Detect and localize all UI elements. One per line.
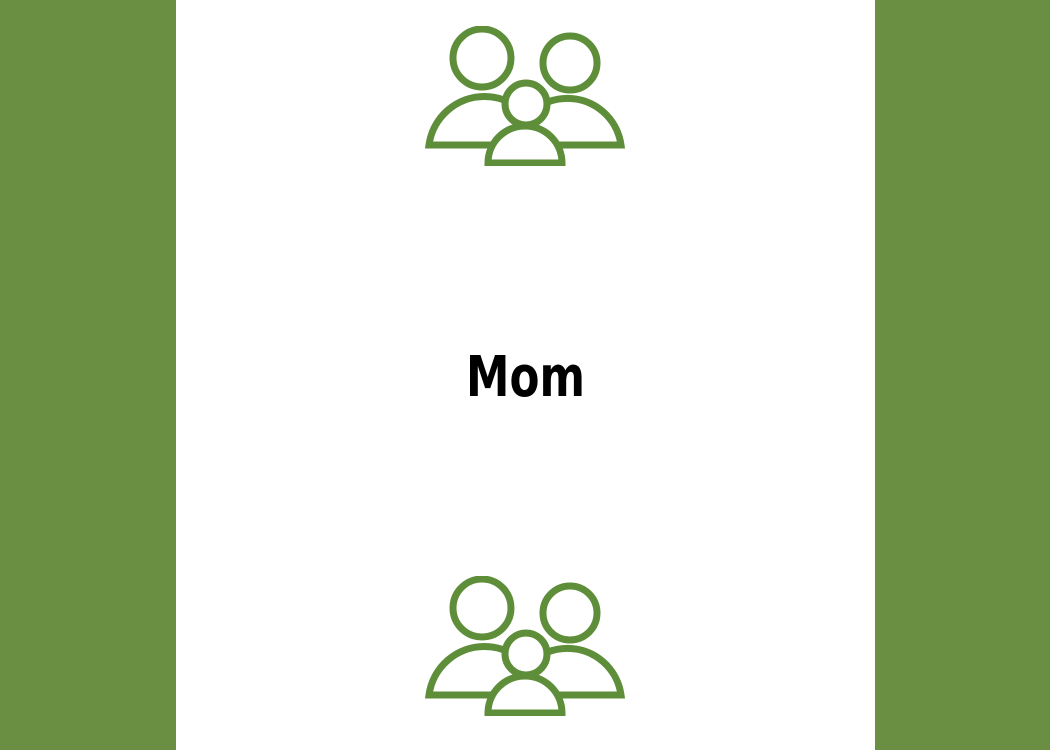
family-icon	[425, 576, 625, 716]
family-icon	[425, 26, 625, 166]
family-icon-graphic	[425, 26, 625, 166]
card-label: Mom	[466, 345, 585, 410]
right-side-panel	[875, 0, 1050, 750]
family-icon-graphic	[425, 576, 625, 716]
flash-card[interactable]: Mom	[176, 0, 875, 750]
left-side-panel	[0, 0, 176, 750]
